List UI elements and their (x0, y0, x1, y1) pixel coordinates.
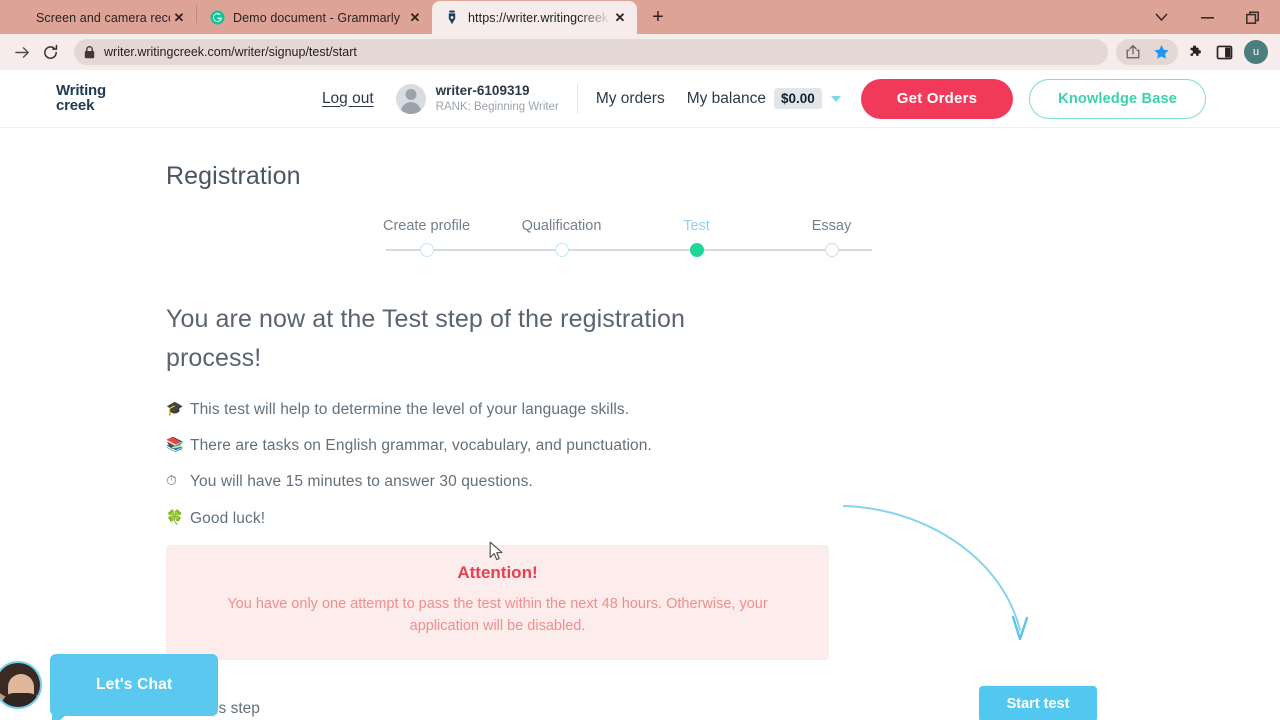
stepper-track (359, 240, 899, 260)
chevron-down-icon[interactable] (830, 95, 841, 102)
avatar-body (2, 693, 40, 707)
attention-body: You have only one attempt to pass the te… (227, 596, 768, 635)
maximize-restore-button[interactable] (1230, 2, 1276, 34)
window-controls (1138, 1, 1280, 34)
tab-favicon-blank (12, 10, 28, 26)
step-label-essay: Essay (811, 218, 852, 234)
chat-agent-avatar[interactable] (0, 661, 42, 709)
logo-line-2: creek (56, 96, 95, 114)
attention-title: Attention! (457, 563, 538, 582)
chat-widget[interactable]: Let's Chat (0, 654, 219, 720)
new-tab-button[interactable]: + (643, 2, 673, 32)
reload-button[interactable] (36, 38, 64, 66)
registration-content: Registration Create profile Qualificatio… (0, 162, 1280, 720)
step-label-qualification: Qualification (521, 218, 602, 234)
address-bar-url: writer.writingcreek.com/writer/signup/te… (104, 45, 357, 59)
writingcreek-logo[interactable]: Writing creek (56, 83, 106, 114)
toolbar-actions: u (1116, 38, 1272, 66)
list-item: 🍀 Good luck! (166, 509, 1280, 528)
list-item-text: There are tasks on English grammar, voca… (190, 436, 652, 454)
user-rank: RANK: Beginning Writer (435, 100, 559, 113)
browser-tab-2[interactable]: Demo document - Grammarly ✕ (197, 1, 432, 34)
logout-link[interactable]: Log out (322, 90, 374, 108)
mouse-cursor (489, 541, 503, 561)
step-label-test: Test (683, 218, 710, 234)
lets-chat-button[interactable]: Let's Chat (50, 654, 219, 720)
stepper-dots (359, 240, 899, 260)
step-dot-wrap-1 (359, 240, 494, 260)
get-orders-button[interactable]: Get Orders (860, 78, 1014, 119)
page-content: Writing creek Log out writer-6109319 RAN… (0, 70, 1280, 720)
lead-heading: You are now at the Test step of the regi… (166, 305, 686, 372)
browser-toolbar: writer.writingcreek.com/writer/signup/te… (0, 34, 1280, 70)
list-item-text: Good luck! (190, 509, 266, 527)
stepper-labels: Create profile Qualification Test Essay (359, 218, 899, 234)
step-dot-wrap-4 (764, 240, 899, 260)
graduation-cap-icon: 🎓 (166, 399, 184, 416)
tab-strip: Screen and camera recorder - Sc ✕ Demo d… (0, 0, 1280, 34)
page-title: Registration (166, 162, 301, 190)
balance-label: My balance (686, 89, 766, 107)
share-icon[interactable] (1119, 38, 1147, 66)
start-test-button[interactable]: Start test (979, 685, 1097, 720)
pen-nib-icon (444, 10, 460, 26)
list-item: 🎓 This test will help to determine the l… (166, 400, 1280, 419)
balance-amount: $0.00 (773, 88, 822, 109)
star-icon[interactable] (1147, 38, 1175, 66)
nav-my-orders[interactable]: My orders (596, 90, 665, 108)
step-dot-test[interactable] (689, 243, 704, 257)
tab-close-icon[interactable]: ✕ (611, 9, 629, 27)
browser-window: Screen and camera recorder - Sc ✕ Demo d… (0, 0, 1280, 720)
list-item: 📚 There are tasks on English grammar, vo… (166, 436, 1280, 455)
step-dot-qualification[interactable] (554, 243, 569, 257)
form-footer: Previous step Start test Save and contin… (166, 685, 1280, 720)
four-leaf-clover-icon: 🍀 (166, 508, 184, 525)
address-bar[interactable]: writer.writingcreek.com/writer/signup/te… (74, 39, 1108, 65)
list-item: ⏱ You will have 15 minutes to answer 30 … (166, 472, 1280, 491)
info-bullet-list: 🎓 This test will help to determine the l… (166, 400, 1280, 529)
tab-close-icon[interactable]: ✕ (406, 9, 424, 27)
step-label-create-profile: Create profile (382, 218, 471, 234)
step-dot-essay[interactable] (824, 243, 839, 257)
tab-title: Screen and camera recorder - Sc (36, 10, 170, 25)
header-right: Log out writer-6109319 RANK: Beginning W… (322, 78, 1206, 119)
user-block[interactable]: writer-6109319 RANK: Beginning Writer (395, 82, 559, 114)
puzzle-icon[interactable] (1182, 38, 1210, 66)
tab-search-icon[interactable] (1138, 2, 1184, 34)
minimize-button[interactable] (1184, 2, 1230, 34)
tab-close-icon[interactable]: ✕ (170, 9, 188, 27)
browser-tab-1[interactable]: Screen and camera recorder - Sc ✕ (0, 1, 196, 34)
forward-button[interactable] (8, 38, 36, 66)
step-dot-wrap-3 (629, 240, 764, 260)
browser-tab-3[interactable]: https://writer.writingcreek.com/w ✕ (432, 1, 637, 34)
grammarly-icon (209, 10, 225, 26)
profile-avatar[interactable]: u (1244, 40, 1268, 64)
user-name: writer-6109319 (435, 82, 530, 98)
stopwatch-icon: ⏱ (166, 472, 178, 489)
share-bookmark-group (1116, 39, 1178, 65)
knowledge-base-button[interactable]: Knowledge Base (1029, 78, 1206, 119)
step-dot-create-profile[interactable] (419, 243, 434, 257)
tab-title: Demo document - Grammarly (233, 10, 401, 25)
header-divider (576, 83, 578, 114)
tab-title: https://writer.writingcreek.com/w (468, 10, 611, 25)
side-panel-icon[interactable] (1210, 38, 1238, 66)
lock-icon (84, 45, 95, 59)
registration-stepper: Create profile Qualification Test Essay (359, 218, 899, 260)
site-header: Writing creek Log out writer-6109319 RAN… (0, 70, 1280, 128)
step-dot-wrap-2 (494, 240, 629, 260)
balance-widget[interactable]: My balance $0.00 (687, 88, 841, 109)
books-icon: 📚 (166, 435, 184, 452)
list-item-text: You will have 15 minutes to answer 30 qu… (190, 473, 533, 491)
list-item-text: This test will help to determine the lev… (190, 400, 630, 418)
avatar (395, 83, 426, 114)
